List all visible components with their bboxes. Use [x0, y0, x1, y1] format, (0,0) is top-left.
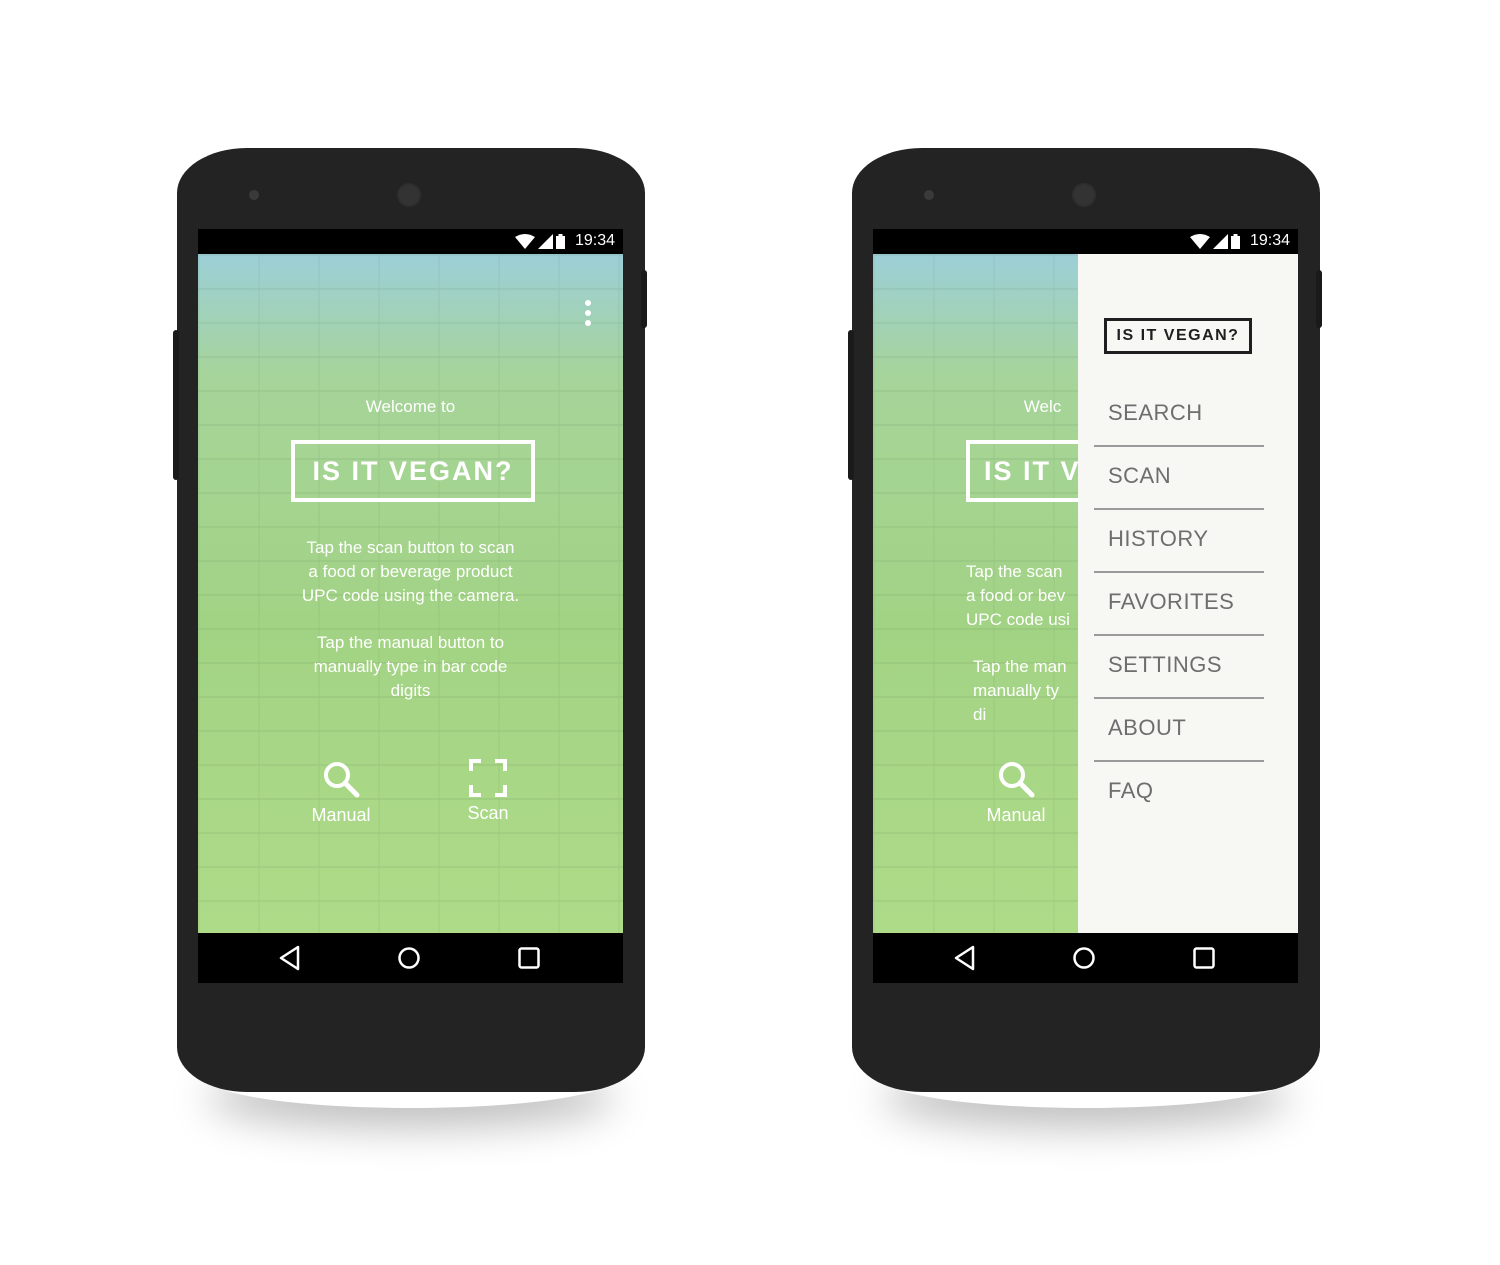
- manual-instructions: Tap the man manually ty di: [873, 631, 1078, 724]
- app-logo: IS IT VEGAN?: [291, 440, 535, 502]
- status-bar: 19:34: [873, 229, 1298, 254]
- front-camera: [1071, 182, 1097, 208]
- manual-label: Manual: [311, 805, 371, 825]
- search-icon: [999, 762, 1035, 798]
- status-time: 19:34: [1249, 232, 1290, 249]
- battery-icon: [1231, 234, 1240, 249]
- manual-button[interactable]: Manual: [304, 759, 378, 826]
- power-button: [641, 270, 647, 328]
- signal-icon: [538, 234, 553, 249]
- overflow-menu-icon[interactable]: [585, 300, 593, 326]
- status-time: 19:34: [574, 232, 615, 249]
- recents-square-icon[interactable]: [517, 945, 541, 971]
- drawer-item-about[interactable]: ABOUT: [1094, 699, 1264, 762]
- sensor-dot: [249, 190, 259, 200]
- drawer-item-label: HISTORY: [1108, 526, 1209, 551]
- nav-bar: [198, 933, 623, 983]
- phone-drawer: 19:34 Welc IS IT V Tap the scan a food o…: [848, 148, 1322, 1092]
- back-triangle-icon[interactable]: [278, 945, 300, 971]
- phone-home: 19:34 Welcome to IS IT VEGAN? Tap the sc…: [173, 148, 647, 1092]
- front-camera: [396, 182, 422, 208]
- wifi-icon: [1190, 234, 1210, 249]
- scan-instructions: Tap the scan a food or bev UPC code usi: [873, 536, 1078, 629]
- manual-label: Manual: [986, 805, 1046, 825]
- welcome-text: Welcome to: [365, 397, 456, 416]
- status-bar: 19:34: [198, 229, 623, 254]
- drawer-item-label: SCAN: [1108, 463, 1172, 488]
- drawer-logo: IS IT VEGAN?: [1104, 318, 1252, 354]
- sensor-dot: [924, 190, 934, 200]
- status-icons: [515, 233, 565, 250]
- scan-instructions: Tap the scan button to scan a food or be…: [301, 538, 520, 605]
- drawer-item-label: FAVORITES: [1108, 589, 1235, 614]
- screen: 19:34 Welcome to IS IT VEGAN? Tap the sc…: [198, 229, 623, 983]
- signal-icon: [1213, 234, 1228, 249]
- drawer-item-scan[interactable]: SCAN: [1094, 447, 1264, 510]
- recents-square-icon[interactable]: [1192, 945, 1216, 971]
- drawer-item-search[interactable]: SEARCH: [1094, 384, 1264, 447]
- battery-icon: [556, 234, 565, 249]
- volume-button: [848, 330, 854, 480]
- drawer-item-favorites[interactable]: FAVORITES: [1094, 573, 1264, 636]
- manual-instructions-text: Tap the man manually ty di: [973, 657, 1067, 724]
- scan-frame-icon: [469, 759, 507, 797]
- search-icon: [324, 762, 360, 798]
- drawer-item-history[interactable]: HISTORY: [1094, 510, 1264, 573]
- scan-label: Scan: [467, 803, 509, 823]
- manual-instructions: Tap the manual button to manually type i…: [313, 633, 508, 700]
- manual-button[interactable]: Manual: [979, 759, 1053, 826]
- scan-button[interactable]: Scan: [454, 759, 522, 824]
- volume-button: [173, 330, 179, 480]
- drawer-item-label: ABOUT: [1108, 715, 1187, 740]
- navigation-drawer: IS IT VEGAN? SEARCH SCAN HISTORY FAVORIT…: [1078, 254, 1298, 933]
- screen: 19:34 Welc IS IT V Tap the scan a food o…: [873, 229, 1298, 983]
- scan-instructions-text: Tap the scan a food or bev UPC code usi: [966, 562, 1070, 629]
- back-triangle-icon[interactable]: [953, 945, 975, 971]
- power-button: [1316, 270, 1322, 328]
- home-circle-icon[interactable]: [1072, 945, 1096, 971]
- status-icons: [1190, 233, 1240, 250]
- drawer-item-label: SEARCH: [1108, 400, 1203, 425]
- nav-bar: [873, 933, 1298, 983]
- drawer-item-settings[interactable]: SETTINGS: [1094, 636, 1264, 699]
- wifi-icon: [515, 234, 535, 249]
- home-circle-icon[interactable]: [397, 945, 421, 971]
- drawer-item-faq[interactable]: FAQ: [1094, 762, 1264, 825]
- drawer-item-label: FAQ: [1108, 778, 1154, 803]
- home-screen: Welcome to IS IT VEGAN? Tap the scan but…: [198, 254, 623, 933]
- drawer-item-label: SETTINGS: [1108, 652, 1223, 677]
